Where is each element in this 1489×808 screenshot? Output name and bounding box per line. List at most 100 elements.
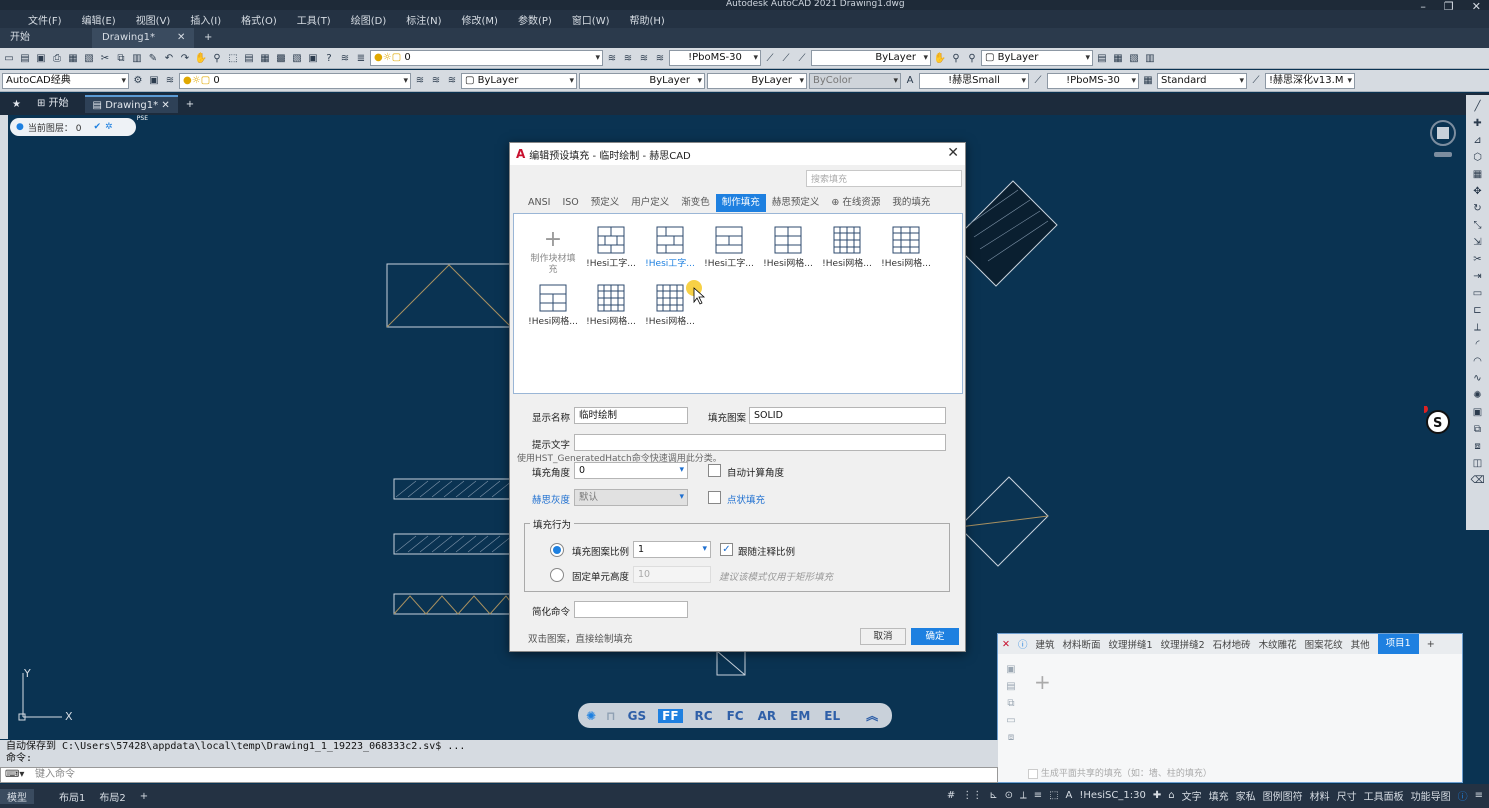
lock-icon[interactable]: ⊓ [606, 709, 616, 723]
menu-file[interactable]: 文件(F) [18, 12, 72, 27]
extend-tool-icon[interactable]: ⇥ [1471, 269, 1485, 283]
status-tab-layout2[interactable]: 布局2 [92, 789, 132, 804]
layer-tool-a-icon[interactable]: ≋ [413, 74, 427, 88]
layer-iso-icon[interactable]: ≋ [621, 51, 635, 65]
hesi-tool2-icon[interactable]: ▦ [1111, 51, 1125, 65]
pattern-item[interactable]: !Hesi工字... [700, 226, 758, 282]
table-style-combo[interactable]: Standard [1157, 72, 1247, 89]
view-cube-icon[interactable] [1428, 118, 1458, 165]
quick-rc[interactable]: RC [693, 709, 715, 723]
publish-icon[interactable]: ▧ [82, 51, 96, 65]
new-icon[interactable]: ▭ [2, 51, 16, 65]
status-tool-panel[interactable]: 工具面板 [1364, 788, 1404, 803]
scale-tool-icon[interactable]: ⤡ [1471, 218, 1485, 232]
palette-tab-texture1[interactable]: 纹理拼缝1 [1109, 637, 1153, 651]
settings-icon[interactable]: ✲ [105, 122, 113, 132]
join-tool-icon[interactable]: ⊏ [1471, 303, 1485, 317]
new-tab-icon[interactable]: + [194, 28, 222, 48]
tab-predefined[interactable]: 预定义 [585, 194, 626, 212]
quick-em[interactable]: EM [788, 709, 812, 723]
pattern-item[interactable]: !Hesi网格... [818, 226, 876, 282]
close-tab-icon[interactable]: ✕ [177, 32, 185, 43]
scale-select[interactable]: 1 [633, 541, 711, 558]
polar-icon[interactable]: ⊙ [1005, 790, 1013, 801]
tab-iso[interactable]: ISO [556, 194, 584, 212]
add-icon[interactable]: ✚ [1153, 790, 1161, 801]
erase-tool-icon[interactable]: ⌫ [1470, 473, 1484, 487]
menu-edit[interactable]: 编辑(E) [72, 12, 126, 27]
menu-format[interactable]: 格式(O) [231, 12, 287, 27]
palette-tab-material-section[interactable]: 材料断面 [1063, 637, 1101, 651]
mleader-style-icon[interactable]: ⟋ [1249, 74, 1263, 88]
auto-angle-checkbox[interactable] [708, 464, 721, 477]
xline-tool-icon[interactable]: ✚ [1471, 116, 1485, 130]
status-hatch[interactable]: 填充 [1209, 788, 1229, 803]
zoom2-icon[interactable]: ⚲ [949, 51, 963, 65]
hesi-logo-icon[interactable]: S [1420, 405, 1454, 449]
tab-make-hatch[interactable]: 制作填充 [715, 194, 766, 212]
display-name-input[interactable]: 临时绘制 [574, 407, 688, 424]
pattern-item-selected[interactable]: !Hesi工字... [641, 226, 699, 282]
ortho-icon[interactable]: ⊾ [989, 790, 997, 801]
cut-icon[interactable]: ✂ [98, 51, 112, 65]
menu-parameter[interactable]: 参数(P) [508, 12, 562, 27]
palette-help-icon[interactable]: ⓘ [1018, 637, 1028, 651]
scale-radio[interactable] [550, 543, 564, 557]
search-input[interactable]: 搜索填充 [806, 170, 962, 187]
copy-icon[interactable]: ⧉ [114, 51, 128, 65]
zoom-window-icon[interactable]: ⬚ [226, 51, 240, 65]
tip-text-input[interactable] [574, 434, 946, 451]
angle-select[interactable]: 0 [574, 462, 688, 479]
undo-icon[interactable]: ↶ [162, 51, 176, 65]
command-prompt-icon[interactable]: ⌨▾ [5, 768, 24, 782]
palette-tab-texture2[interactable]: 纹理拼缝2 [1161, 637, 1205, 651]
customize-icon[interactable]: ≡ [1475, 790, 1483, 801]
palette-tab-pattern[interactable]: 图案花纹 [1305, 637, 1343, 651]
stretch-tool-icon[interactable]: ⇲ [1471, 235, 1485, 249]
polyline-tool-icon[interactable]: ⊿ [1471, 133, 1485, 147]
pan-icon[interactable]: ✋ [194, 51, 208, 65]
move-tool-icon[interactable]: ✥ [1471, 184, 1485, 198]
sheetset-icon[interactable]: ▧ [290, 51, 304, 65]
layer-tool-b-icon[interactable]: ≋ [429, 74, 443, 88]
info-icon[interactable]: ⓘ [1458, 788, 1468, 803]
palette-close-icon[interactable]: ✕ [1002, 639, 1010, 650]
osnap-icon[interactable]: ⟂ [1020, 790, 1027, 801]
linetype-combo-2[interactable]: ByLayer [579, 72, 705, 89]
annotation-scale[interactable]: !HesiSC_1:30 [1079, 790, 1145, 801]
menu-draw[interactable]: 绘图(D) [341, 12, 397, 27]
palette-add-tab-icon[interactable]: + [1427, 639, 1435, 650]
palette-tab-stone[interactable]: 石材地砖 [1213, 637, 1251, 651]
palette-tool2-icon[interactable]: ▤ [1006, 681, 1015, 692]
gear-circle-icon[interactable]: ✺ [586, 709, 596, 723]
zoom-icon[interactable]: ⚲ [210, 51, 224, 65]
menu-window[interactable]: 窗口(W) [562, 12, 620, 27]
layer-tool-c-icon[interactable]: ≋ [445, 74, 459, 88]
workspace-switch-icon[interactable]: ⌂ [1168, 790, 1174, 801]
gear-icon[interactable]: ⚙ [131, 74, 145, 88]
tab-my-hatch[interactable]: 我的填充 [886, 194, 936, 212]
shared-hatch-checkbox[interactable] [1028, 768, 1038, 779]
shortcut-input[interactable] [574, 601, 688, 618]
zoom3-icon[interactable]: ⚲ [965, 51, 979, 65]
quick-ar[interactable]: AR [756, 709, 779, 723]
chamfer-tool-icon[interactable]: ⟂ [1471, 320, 1485, 334]
follow-scale-checkbox[interactable]: ✓ [720, 543, 733, 556]
ok-button[interactable]: 确定 [911, 628, 959, 645]
menu-view[interactable]: 视图(V) [126, 12, 181, 27]
status-material[interactable]: 材料 [1310, 788, 1330, 803]
pattern-item[interactable]: !Hesi网格... [877, 226, 935, 282]
lineweight-icon[interactable]: ≡ [1034, 790, 1042, 801]
redo-icon[interactable]: ↷ [178, 51, 192, 65]
match-icon[interactable]: ✎ [146, 51, 160, 65]
current-layer-pill[interactable]: ● 当前图层： 0 ✔ ✲ PSE [10, 115, 148, 136]
status-function-map[interactable]: 功能导图 [1411, 788, 1451, 803]
dialog-close-icon[interactable]: ✕ [947, 145, 959, 161]
tab-hesi-predefined[interactable]: 赫思预定义 [766, 194, 826, 212]
status-tab-model[interactable]: 模型 [0, 788, 34, 804]
group-tool-icon[interactable]: ▣ [1471, 405, 1485, 419]
layer-state-icon[interactable]: ≣ [354, 51, 368, 65]
mleader-style-combo[interactable]: !赫思深化v13.M [1265, 72, 1355, 89]
mirror-tool-icon[interactable]: ◫ [1471, 456, 1485, 470]
dim-icon[interactable]: ⟋ [763, 51, 777, 65]
